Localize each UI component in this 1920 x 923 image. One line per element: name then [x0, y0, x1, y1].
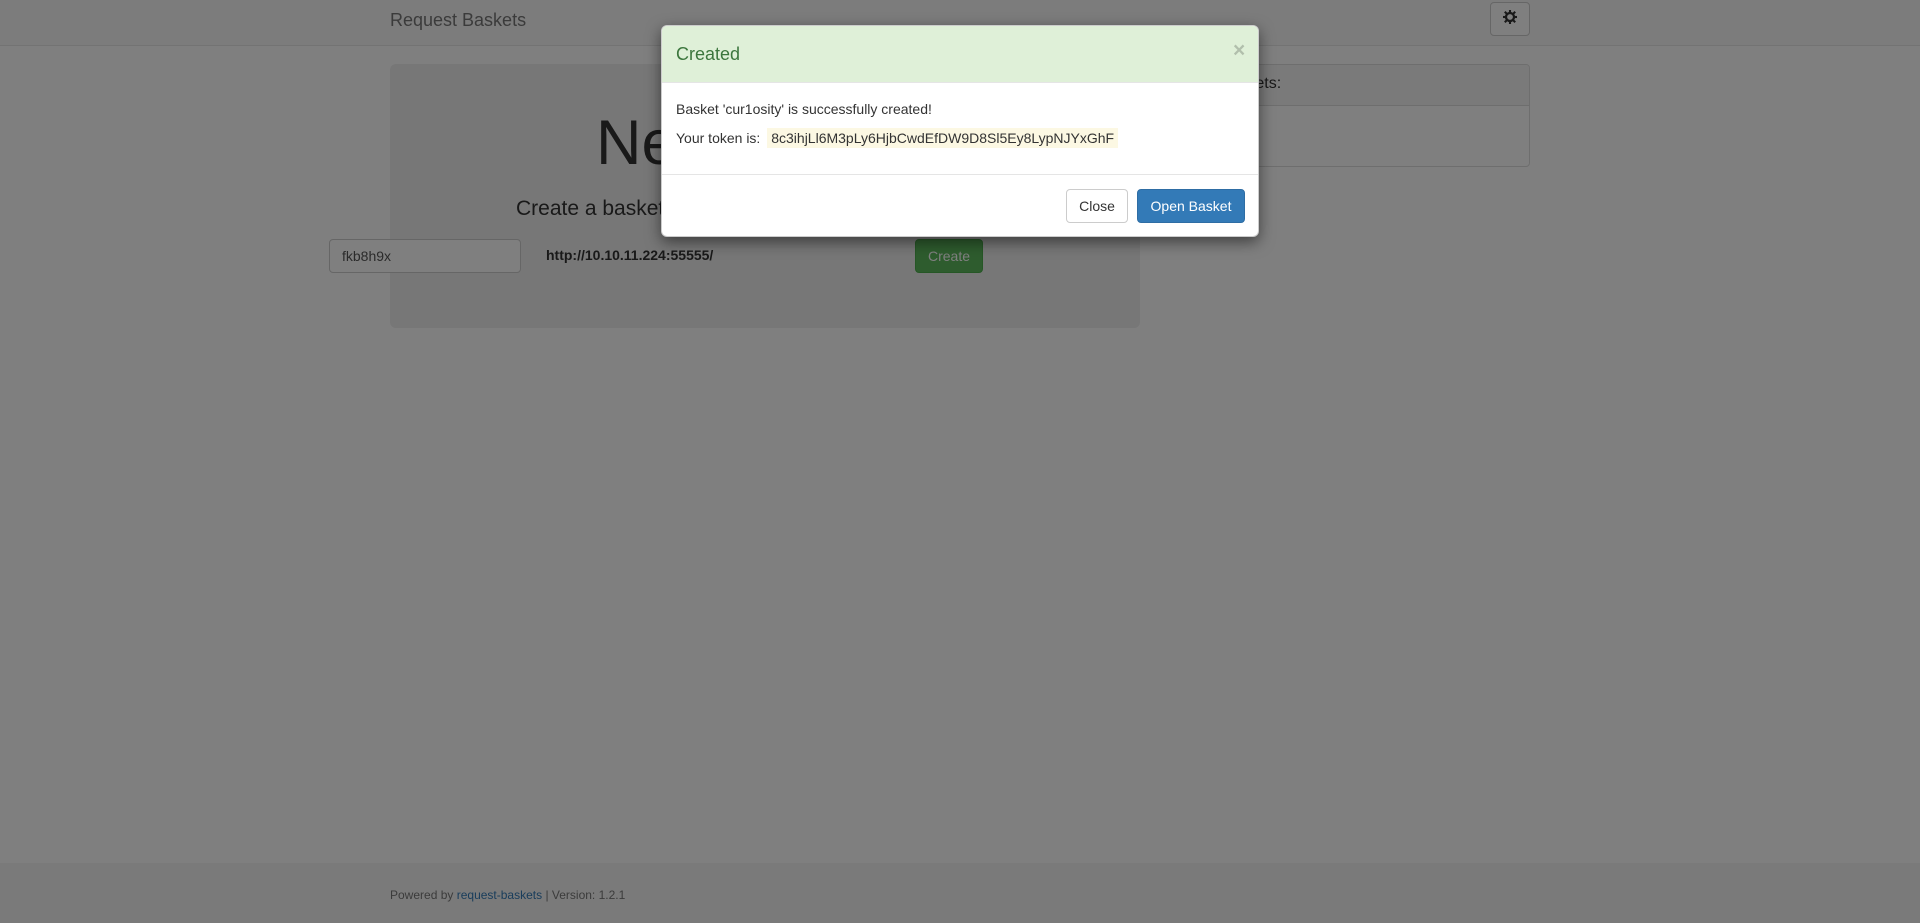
token-line: Your token is: 8c3ihjLl6M3pLy6HjbCwdEfDW… — [676, 128, 1119, 148]
dialog-title: Created — [676, 44, 741, 64]
close-icon[interactable]: × — [1233, 40, 1245, 61]
open-basket-button[interactable]: Open Basket — [1137, 189, 1245, 223]
created-dialog: Created × Basket 'cur1osity' is successf… — [661, 25, 1259, 237]
success-message: Basket 'cur1osity' is successfully creat… — [676, 101, 932, 117]
dialog-header: Created × — [662, 26, 1258, 83]
dialog-body: Basket 'cur1osity' is successfully creat… — [662, 83, 1258, 174]
token-label: Your token is: — [676, 130, 761, 146]
token-value[interactable]: 8c3ihjLl6M3pLy6HjbCwdEfDW9D8Sl5Ey8LypNJY… — [767, 128, 1119, 148]
dialog-footer: Close Open Basket — [662, 174, 1258, 236]
close-button[interactable]: Close — [1066, 189, 1128, 223]
